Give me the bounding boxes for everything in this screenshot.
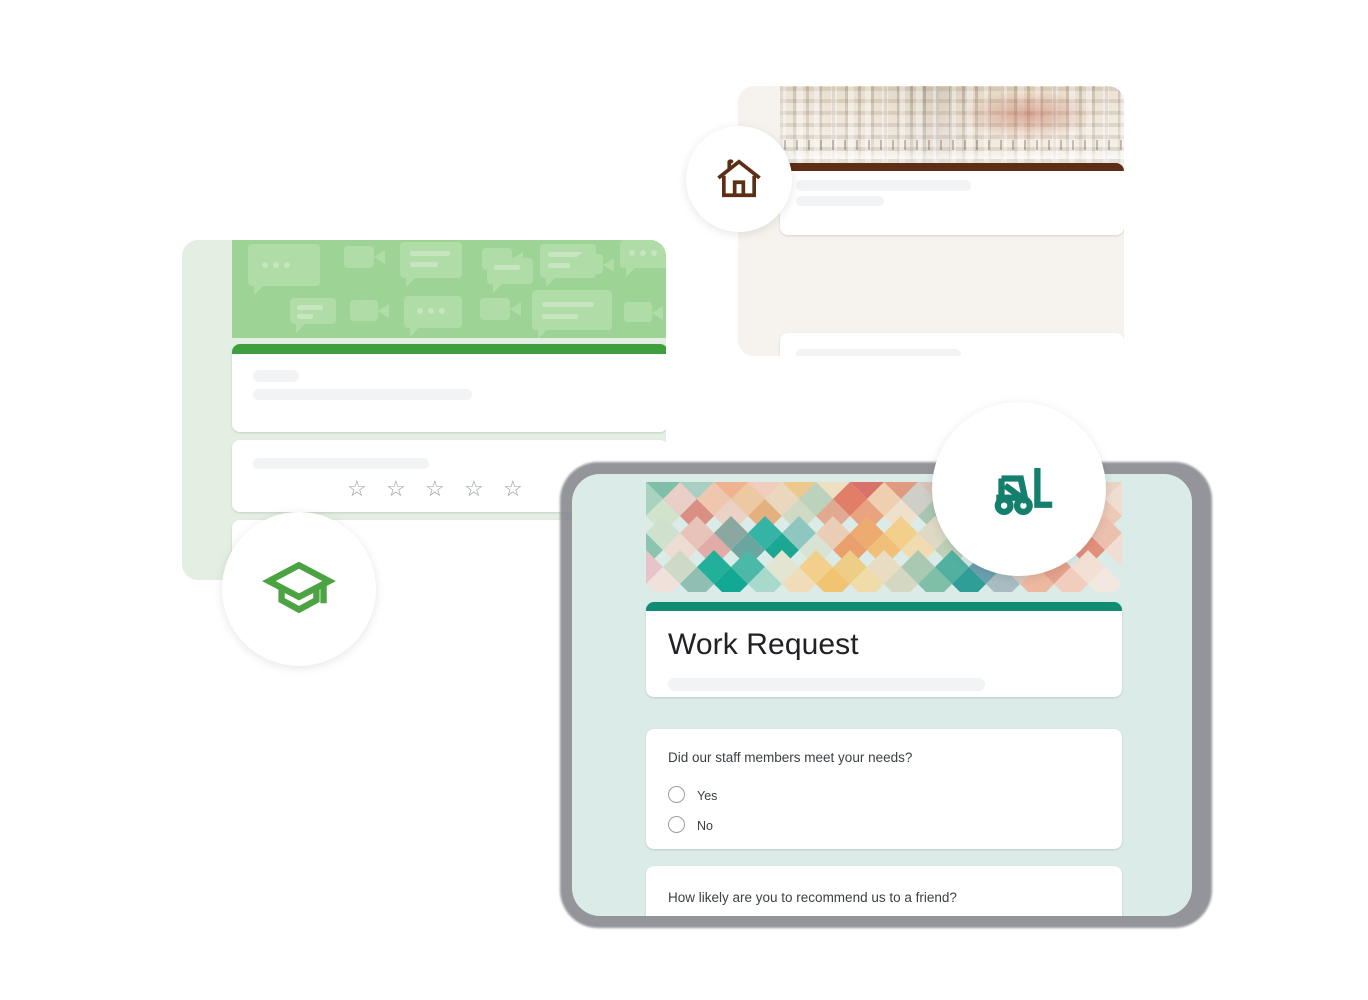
forklift-icon	[994, 468, 1053, 516]
video-camera-icon	[480, 298, 521, 320]
education-title-sheet[interactable]	[232, 344, 666, 432]
house-icon	[717, 159, 761, 198]
chat-bubble-icon	[290, 298, 336, 333]
page-title: Work Request	[668, 628, 859, 661]
question-text: Did our staff members meet your needs?	[668, 750, 913, 765]
education-form-badge[interactable]	[222, 512, 376, 666]
work-request-form-card[interactable]: Work Request Did our staff members meet …	[572, 474, 1192, 916]
radio-label-no: No	[697, 819, 713, 833]
education-accent-bar	[232, 344, 666, 354]
placeholder-bar	[253, 370, 299, 382]
graduation-cap-icon	[262, 561, 336, 614]
work-request-title-sheet[interactable]: Work Request	[646, 602, 1122, 697]
chat-bubble-icon	[404, 296, 462, 337]
star-icon[interactable]: ☆	[386, 478, 406, 500]
chat-bubble-icon	[248, 244, 320, 295]
radio-button-no[interactable]	[668, 816, 685, 833]
home-form-card[interactable]	[738, 86, 1124, 356]
home-accent-bar	[780, 163, 1124, 171]
star-icon[interactable]: ☆	[503, 478, 523, 500]
question-text: How likely are you to recommend us to a …	[668, 890, 957, 905]
radio-button-yes[interactable]	[668, 786, 685, 803]
form-description-placeholder[interactable]	[668, 678, 985, 691]
placeholder-bar	[253, 458, 429, 469]
home-form-banner-photo	[780, 86, 1124, 163]
placeholder-bar	[253, 389, 472, 400]
video-camera-icon	[344, 246, 385, 268]
placeholder-bar	[796, 349, 961, 356]
work-request-question-1-sheet[interactable]: Did our staff members meet your needs? Y…	[646, 729, 1122, 849]
education-form-banner	[232, 240, 666, 338]
chat-bubble-icon	[400, 242, 462, 287]
radio-label-yes: Yes	[697, 789, 718, 803]
chat-bubble-icon	[532, 290, 612, 338]
chat-bubble-icon	[620, 240, 666, 277]
work-request-question-2-sheet[interactable]: How likely are you to recommend us to a …	[646, 866, 1122, 916]
photo-crowd-silhouettes	[780, 140, 1124, 150]
placeholder-bar	[796, 196, 884, 206]
star-icon[interactable]: ☆	[425, 478, 445, 500]
video-camera-icon	[577, 254, 614, 274]
collage-stage: ☆ ☆ ☆ ☆ ☆ Work Request Did our staff mem…	[0, 0, 1368, 1000]
star-icon[interactable]: ☆	[464, 478, 484, 500]
star-icon[interactable]: ☆	[347, 478, 367, 500]
home-title-sheet[interactable]	[780, 163, 1124, 235]
placeholder-bar	[796, 180, 971, 191]
video-camera-icon	[624, 302, 663, 322]
photo-warm-glow	[958, 89, 1097, 140]
home-question-sheet[interactable]	[780, 333, 1124, 356]
work-request-accent-bar	[646, 602, 1122, 611]
work-request-form-badge[interactable]	[932, 402, 1106, 576]
video-camera-icon	[350, 300, 389, 321]
chat-bubble-icon	[487, 258, 533, 293]
home-form-badge[interactable]	[686, 126, 792, 232]
